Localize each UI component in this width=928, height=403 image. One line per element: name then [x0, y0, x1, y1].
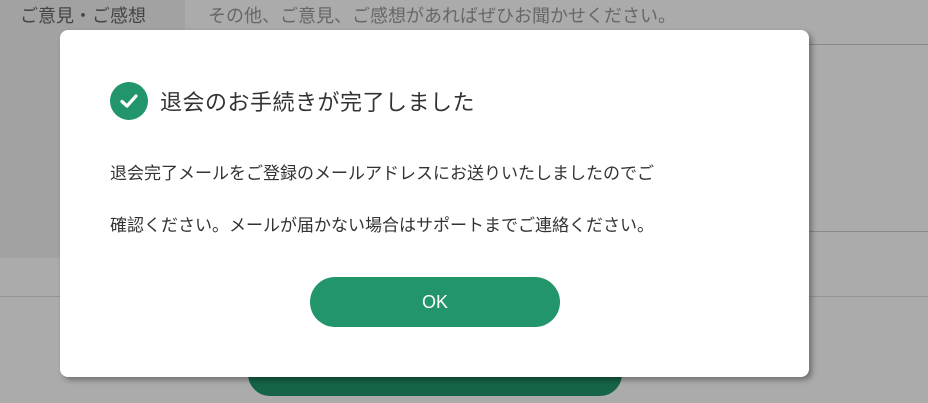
dialog-header: 退会のお手続きが完了しました [110, 82, 475, 120]
dialog-title: 退会のお手続きが完了しました [160, 91, 476, 116]
dialog-message: 退会完了メールをご登録のメールアドレスにお送りいたしましたのでご 確認ください。… [110, 148, 770, 252]
completion-dialog: 退会のお手続きが完了しました 退会完了メールをご登録のメールアドレスにお送りいた… [60, 30, 809, 377]
dialog-message-line: 確認ください。メールが届かない場合はサポートまでご連絡ください。 [110, 216, 654, 236]
ok-button[interactable]: OK [310, 277, 560, 327]
check-circle-icon [110, 82, 148, 120]
dialog-message-line: 退会完了メールをご登録のメールアドレスにお送りいたしましたのでご [110, 164, 654, 184]
